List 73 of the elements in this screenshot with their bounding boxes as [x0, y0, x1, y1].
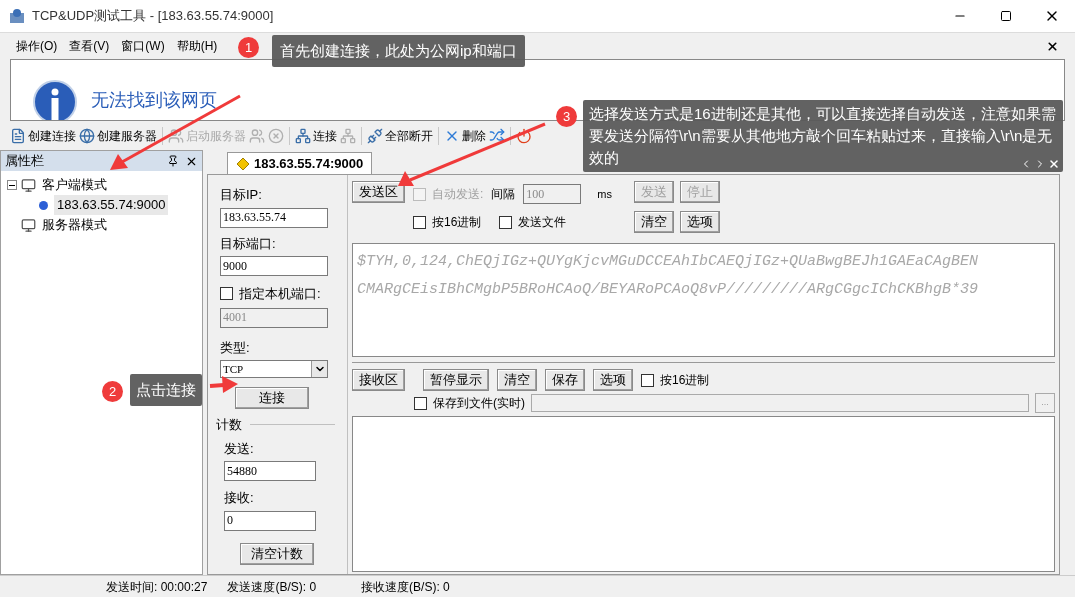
toolbar-button[interactable]: 全部断开	[385, 126, 433, 145]
field-label: 接收:	[224, 489, 255, 507]
receive-button[interactable]: 暂停显示	[423, 369, 489, 391]
group-title: 计数	[216, 416, 242, 434]
status-text: 接收速度(B/S): 0	[361, 578, 450, 596]
checkbox[interactable]	[220, 287, 233, 301]
receive-button[interactable]: 清空	[497, 369, 537, 391]
clear-count-button[interactable]: 清空计数	[240, 542, 314, 565]
clear-button[interactable]: 清空	[634, 211, 674, 233]
receive-button[interactable]: 保存	[545, 369, 585, 391]
annotation-arrow	[209, 376, 238, 393]
send-area-button[interactable]: 发送区	[352, 181, 405, 203]
toolbar-button[interactable]: 连接	[313, 126, 337, 145]
status-text: 发送速度(B/S): 0	[227, 578, 317, 596]
close-icon[interactable]	[1048, 158, 1060, 170]
tree-item[interactable]: 183.63.55.74:9000	[54, 195, 169, 215]
type-dropdown[interactable]: TCP	[220, 360, 328, 378]
checkbox[interactable]	[499, 215, 513, 229]
checkbox-label: 保存到文件(实时)	[433, 395, 525, 412]
checkbox-label: 指定本机端口:	[239, 285, 321, 303]
checkbox-label: 按16进制	[432, 214, 482, 231]
menu-item[interactable]: 帮助(H)	[176, 37, 218, 55]
power-icon[interactable]	[516, 127, 532, 144]
close-icon[interactable]	[1046, 39, 1059, 53]
options-button[interactable]: 选项	[680, 211, 720, 233]
file-path-field[interactable]	[531, 394, 1029, 412]
checkbox-label: 按16进制	[660, 372, 710, 389]
field-label: 目标IP:	[220, 186, 263, 204]
input-field[interactable]: 54880	[224, 461, 316, 481]
warning-icon	[236, 156, 250, 171]
network-icon[interactable]	[295, 127, 311, 144]
checkbox[interactable]	[413, 215, 426, 229]
panel-title: 属性栏	[5, 152, 44, 171]
annotation-callout: 首先创建连接，此处为公网ip和端口	[272, 35, 525, 67]
field-label: 类型:	[220, 338, 251, 357]
tree-item[interactable]: 客户端模式	[40, 175, 109, 195]
globe-icon[interactable]	[79, 127, 95, 144]
computer-icon	[21, 177, 36, 193]
expand-toggle[interactable]	[7, 180, 17, 190]
field-label: 目标端口:	[220, 234, 277, 253]
menu-item[interactable]: 操作(O)	[16, 37, 58, 55]
toolbar-button[interactable]: 创建连接	[28, 126, 76, 145]
unit-label: ms	[597, 186, 612, 202]
toolbar-button[interactable]: 删除	[462, 126, 486, 145]
menu-item[interactable]: 查看(V)	[69, 37, 110, 55]
checkbox[interactable]	[414, 396, 427, 410]
input-field[interactable]: 9000	[220, 256, 328, 276]
toolbar-button[interactable]: 创建服务器	[97, 126, 157, 145]
app-icon	[8, 7, 26, 25]
receive-area-button[interactable]: 接收区	[352, 369, 405, 391]
checkbox-label: 自动发送:	[432, 186, 484, 203]
input-field[interactable]: 183.63.55.74	[220, 207, 328, 228]
window-title: TCP&UDP测试工具 - [183.63.55.74:9000]	[32, 7, 274, 26]
pin-icon[interactable]	[167, 155, 179, 167]
receive-button[interactable]: 选项	[593, 369, 633, 391]
connect-button[interactable]: 连接	[235, 387, 309, 409]
status-text: 发送时间: 00:00:27	[106, 578, 208, 596]
tab[interactable]: 183.63.55.74:9000	[227, 152, 373, 174]
field-label: 发送:	[224, 439, 255, 458]
annotation-callout: 点击连接	[130, 374, 202, 406]
input-field[interactable]: 0	[224, 510, 316, 531]
step-badge: 1	[238, 37, 259, 58]
interval-label: 间隔	[491, 186, 516, 203]
menu-item[interactable]: 窗口(W)	[121, 37, 165, 55]
shuffle-icon[interactable]	[489, 127, 505, 144]
checkbox[interactable]	[641, 373, 654, 387]
document-icon[interactable]	[10, 127, 26, 144]
checkbox-label: 发送文件	[518, 214, 567, 231]
tree-item[interactable]: 服务器模式	[40, 215, 109, 235]
error-message: 无法找到该网页	[91, 89, 217, 112]
unplug-icon[interactable]	[367, 127, 383, 144]
annotation-callout: 选择发送方式是16进制还是其他，可以直接选择自动发送，注意如果需要发送分隔符\r\n需要从其他地方敲个回车粘贴过来，直接输入\r\n是无效的	[583, 100, 1063, 172]
computer-icon	[21, 217, 36, 233]
